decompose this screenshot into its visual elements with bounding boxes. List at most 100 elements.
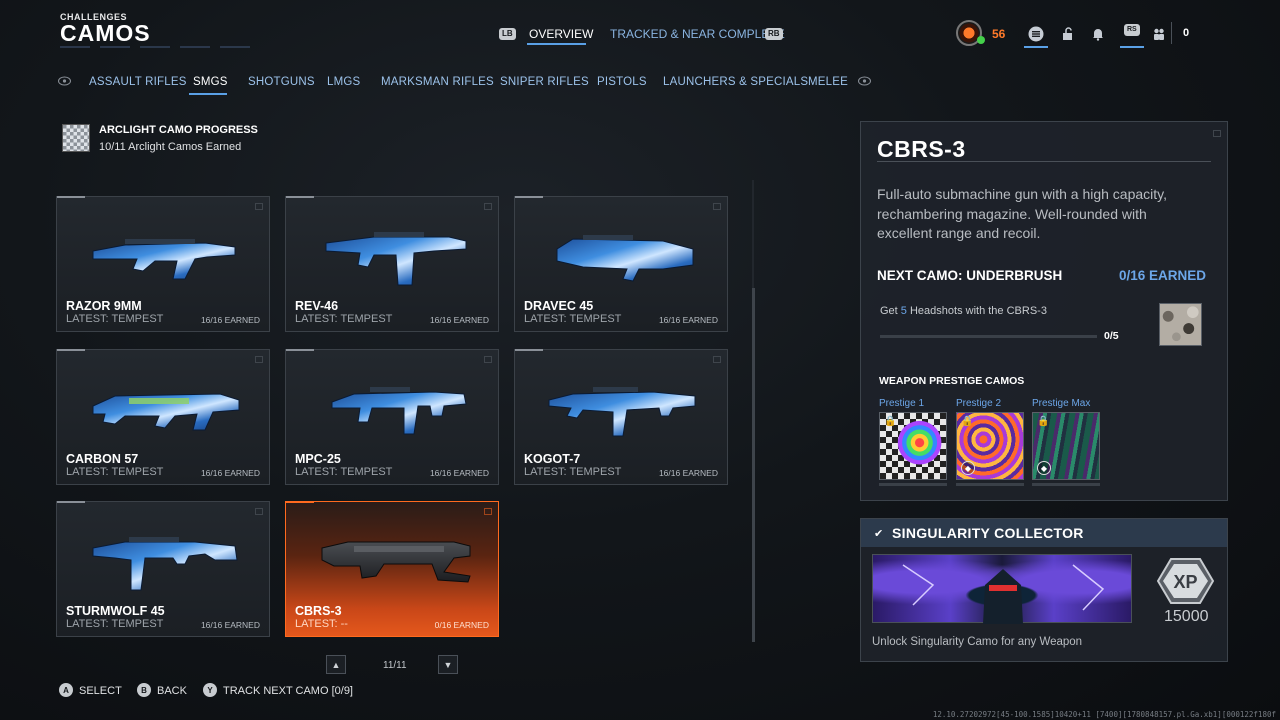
lock-icon: 🔒 xyxy=(884,416,897,427)
prestige-2-label: Prestige 2 xyxy=(956,398,1002,409)
select-action[interactable]: SELECT xyxy=(79,685,122,697)
prestige-1-camo-tile[interactable]: 🔒 xyxy=(879,412,947,480)
next-camo-earned: 0/16 EARNED xyxy=(1119,268,1207,283)
panel-corner-icon xyxy=(1213,130,1221,137)
lock-icon: 🔒 xyxy=(1037,416,1050,427)
header-divider xyxy=(1171,22,1172,44)
weapon-card-razor-9mm[interactable]: RAZOR 9MM LATEST: TEMPEST 16/16 EARNED xyxy=(56,196,270,332)
weapon-name: RAZOR 9MM xyxy=(66,299,142,313)
category-pistols[interactable]: PISTOLS xyxy=(597,76,647,88)
prestige-1-underline xyxy=(879,483,947,486)
category-active-indicator xyxy=(189,93,227,95)
prestige-2-camo-tile[interactable]: 🔒 ◆ xyxy=(956,412,1024,480)
weapon-name: KOGOT-7 xyxy=(524,452,581,466)
rb-button-icon[interactable]: RB xyxy=(765,28,783,40)
weapon-name: STURMWOLF 45 xyxy=(66,604,165,618)
page-up-button[interactable]: ▲ xyxy=(326,655,346,674)
tab-overview[interactable]: OVERVIEW xyxy=(529,27,593,41)
weapon-latest-camo: LATEST: -- xyxy=(295,618,348,630)
weapon-earned-count: 0/16 EARNED xyxy=(434,620,489,630)
weapon-card-mpc-25[interactable]: MPC-25 LATEST: TEMPEST 16/16 EARNED xyxy=(285,349,499,485)
weapon-earned-count: 16/16 EARNED xyxy=(658,468,718,478)
prestige-max-underline xyxy=(1032,483,1100,486)
menu-icon[interactable] xyxy=(1027,25,1045,43)
left-bumper-icon[interactable] xyxy=(58,76,71,89)
weapon-latest-camo: LATEST: TEMPEST xyxy=(295,466,393,478)
category-smgs[interactable]: SMGS xyxy=(193,76,228,88)
weapon-latest-camo: LATEST: TEMPEST xyxy=(66,313,164,325)
weapon-card-kogot-7[interactable]: KOGOT-7 LATEST: TEMPEST 16/16 EARNED xyxy=(514,349,728,485)
tab-active-indicator xyxy=(527,43,586,45)
title-decoration xyxy=(60,46,260,48)
party-icon[interactable] xyxy=(1150,25,1168,43)
a-button-icon[interactable]: A xyxy=(59,683,73,697)
weapon-earned-count: 16/16 EARNED xyxy=(200,468,260,478)
category-marksman-rifles[interactable]: MARKSMAN RIFLES xyxy=(381,76,494,88)
camo-challenge-count: 0/5 xyxy=(1104,330,1119,342)
weapon-card-cbrs-3[interactable]: CBRS-3 LATEST: -- 0/16 EARNED xyxy=(285,501,499,637)
prestige-badge-icon: ◆ xyxy=(1037,461,1051,475)
page-down-button[interactable]: ▼ xyxy=(438,655,458,674)
camo-challenge-text: Get 5 Headshots with the CBRS-3 xyxy=(880,305,1047,317)
arclight-camo-thumbnail xyxy=(62,124,90,152)
underbrush-camo-thumbnail xyxy=(1159,303,1202,346)
next-camo-title: NEXT CAMO: UNDERBRUSH xyxy=(877,268,1063,283)
category-melee[interactable]: MELEE xyxy=(808,76,848,88)
xp-reward-amount: 15000 xyxy=(1164,608,1209,625)
xp-badge-label: XP xyxy=(1173,572,1197,592)
weapon-earned-count: 16/16 EARNED xyxy=(200,620,260,630)
weapon-card-carbon-57[interactable]: CARBON 57 LATEST: TEMPEST 16/16 EARNED xyxy=(56,349,270,485)
rs-button-icon[interactable]: RS xyxy=(1124,24,1140,36)
y-button-icon[interactable]: Y xyxy=(203,683,217,697)
singularity-title: SINGULARITY COLLECTOR xyxy=(892,525,1084,541)
weapon-latest-camo: LATEST: TEMPEST xyxy=(295,313,393,325)
prestige-max-camo-tile[interactable]: 🔒 ◆ xyxy=(1032,412,1100,480)
category-sniper-rifles[interactable]: SNIPER RIFLES xyxy=(500,76,589,88)
weapon-card-rev-46[interactable]: REV-46 LATEST: TEMPEST 16/16 EARNED xyxy=(285,196,499,332)
grid-scrollbar-thumb[interactable] xyxy=(752,288,755,642)
back-action[interactable]: BACK xyxy=(157,685,187,697)
singularity-description: Unlock Singularity Camo for any Weapon xyxy=(872,636,1083,648)
weapon-latest-camo: LATEST: TEMPEST xyxy=(524,466,622,478)
prestige-2-underline xyxy=(956,483,1024,486)
menu-icon-indicator xyxy=(1024,46,1048,48)
online-status-icon xyxy=(977,36,985,44)
weapon-latest-camo: LATEST: TEMPEST xyxy=(66,466,164,478)
category-shotguns[interactable]: SHOTGUNS xyxy=(248,76,315,88)
weapon-latest-camo: LATEST: TEMPEST xyxy=(524,313,622,325)
singularity-calling-card-image xyxy=(872,554,1132,624)
page-indicator: 11/11 xyxy=(383,660,407,671)
weapon-name: MPC-25 xyxy=(295,452,341,466)
weapon-earned-count: 16/16 EARNED xyxy=(658,315,718,325)
tab-tracked-near-complete[interactable]: TRACKED & NEAR COMPLETE xyxy=(610,27,785,41)
weapon-name: REV-46 xyxy=(295,299,339,313)
b-button-icon[interactable]: B xyxy=(137,683,151,697)
right-bumper-icon[interactable] xyxy=(858,76,871,89)
arclight-progress: 10/11 Arclight Camos Earned xyxy=(99,141,242,153)
category-assault-rifles[interactable]: ASSAULT RIFLES xyxy=(89,76,187,88)
sturmwolf-45-weapon-image xyxy=(92,537,238,591)
weapon-name: CARBON 57 xyxy=(66,452,139,466)
rs-indicator xyxy=(1120,46,1144,48)
carbon-57-weapon-image xyxy=(92,393,240,431)
cbrs-3-weapon-image xyxy=(321,541,471,583)
weapon-latest-camo: LATEST: TEMPEST xyxy=(66,618,164,630)
detail-weapon-description: Full-auto submachine gun with a high cap… xyxy=(877,186,1168,241)
player-level: 56 xyxy=(992,27,1006,41)
xp-badge-icon: XP xyxy=(1157,558,1214,604)
unlock-icon[interactable] xyxy=(1059,25,1077,43)
dravec-45-weapon-image xyxy=(556,235,694,282)
weapon-earned-count: 16/16 EARNED xyxy=(200,315,260,325)
weapon-card-sturmwolf-45[interactable]: STURMWOLF 45 LATEST: TEMPEST 16/16 EARNE… xyxy=(56,501,270,637)
camo-challenge-progress-bar xyxy=(880,335,1097,338)
weapon-card-dravec-45[interactable]: DRAVEC 45 LATEST: TEMPEST 16/16 EARNED xyxy=(514,196,728,332)
rev-46-weapon-image xyxy=(325,232,467,286)
notification-bell-icon[interactable] xyxy=(1089,25,1107,43)
category-launchers-specials[interactable]: LAUNCHERS & SPECIALS xyxy=(663,76,808,88)
track-next-camo-action[interactable]: TRACK NEXT CAMO [0/9] xyxy=(223,685,353,697)
mpc-25-weapon-image xyxy=(331,387,467,435)
prestige-badge-icon: ◆ xyxy=(961,461,975,475)
category-lmgs[interactable]: LMGS xyxy=(327,76,360,88)
weapon-name: CBRS-3 xyxy=(295,604,342,618)
lb-button-icon[interactable]: LB xyxy=(499,28,516,40)
